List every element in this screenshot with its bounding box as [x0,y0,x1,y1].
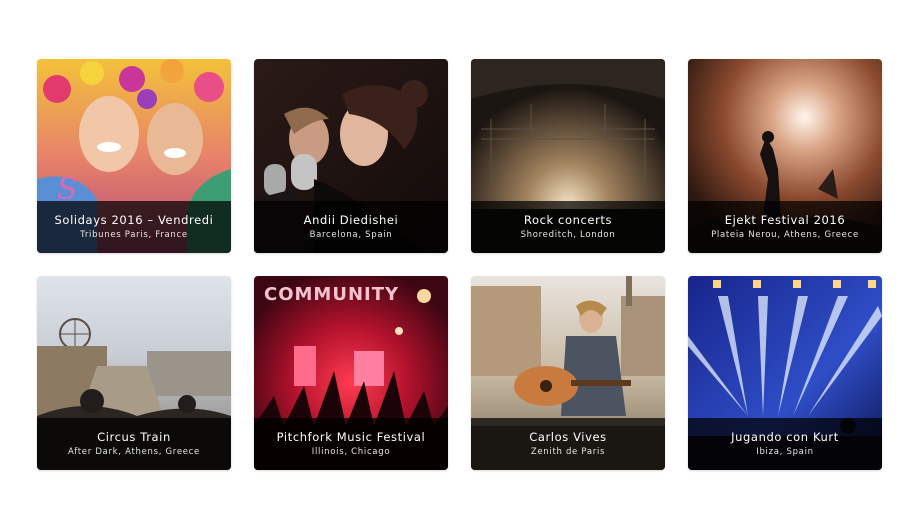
event-card-pitchfork[interactable]: COMMUNITY Pitchfork Music Festival Illin… [254,276,448,470]
event-card-carlos-vives[interactable]: Carlos Vives Zenith de Paris [471,276,665,470]
card-caption: Circus Train After Dark, Athens, Greece [37,418,231,470]
event-title: Rock concerts [523,213,613,227]
event-title: Jugando con Kurt [731,430,839,444]
event-location: Tribunes Paris, France [80,230,188,240]
card-caption: Andii Diedishei Barcelona, Spain [254,201,448,253]
event-grid: S Solidays 2016 – Vendredi Tribunes Pari… [37,59,883,470]
event-location: Plateia Nerou, Athens, Greece [711,230,859,240]
card-caption: Solidays 2016 – Vendredi Tribunes Paris,… [37,201,231,253]
event-location: Ibiza, Spain [756,447,814,457]
event-card-rock-concerts[interactable]: Rock concerts Shoreditch, London [471,59,665,253]
card-caption: Pitchfork Music Festival Illinois, Chica… [254,418,448,470]
event-title: Carlos Vives [529,430,607,444]
card-caption: Ejekt Festival 2016 Plateia Nerou, Athen… [688,201,882,253]
event-location: Shoreditch, London [520,230,616,240]
svg-text:COMMUNITY: COMMUNITY [264,284,399,305]
event-location: Zenith de Paris [530,447,606,457]
event-title: Ejekt Festival 2016 [724,213,846,227]
event-location: Illinois, Chicago [311,447,391,457]
event-location: Barcelona, Spain [309,230,393,240]
event-card-solidays[interactable]: S Solidays 2016 – Vendredi Tribunes Pari… [37,59,231,253]
card-caption: Carlos Vives Zenith de Paris [471,418,665,470]
card-caption: Rock concerts Shoreditch, London [471,201,665,253]
event-card-jugando-con-kurt[interactable]: Jugando con Kurt Ibiza, Spain [688,276,882,470]
event-card-ejekt-festival[interactable]: Ejekt Festival 2016 Plateia Nerou, Athen… [688,59,882,253]
event-title: Solidays 2016 – Vendredi [54,213,214,227]
event-card-circus-train[interactable]: Circus Train After Dark, Athens, Greece [37,276,231,470]
event-card-andii-diedishei[interactable]: Andii Diedishei Barcelona, Spain [254,59,448,253]
event-location: After Dark, Athens, Greece [68,447,200,457]
event-title: Andii Diedishei [303,213,399,227]
event-title: Pitchfork Music Festival [276,430,426,444]
event-title: Circus Train [97,430,171,444]
card-caption: Jugando con Kurt Ibiza, Spain [688,418,882,470]
